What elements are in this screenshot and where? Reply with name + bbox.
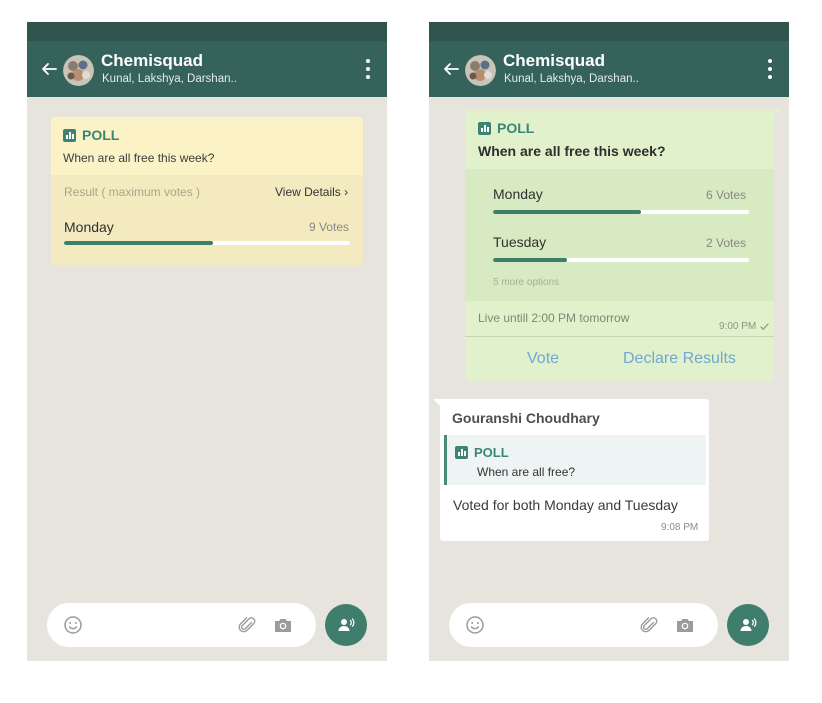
message-time: 9:00 PM	[719, 321, 757, 332]
quoted-poll-label: POLL	[474, 445, 509, 460]
poll-option-bar	[493, 258, 749, 262]
bar-chart-icon	[478, 121, 491, 135]
voice-record-icon	[338, 618, 355, 631]
camera-icon[interactable]	[675, 615, 695, 635]
message-text: Voted for both Monday and Tuesday	[453, 497, 678, 513]
poll-option-name[interactable]: Tuesday	[493, 234, 546, 250]
paperclip-icon[interactable]	[639, 615, 659, 635]
poll-header: POLL	[63, 127, 119, 143]
poll-label: POLL	[497, 120, 535, 136]
chat-header: Chemisquad Kunal, Lakshya, Darshan..	[429, 41, 789, 97]
divider	[465, 336, 774, 337]
reply-message[interactable]: Gouranshi Choudhary POLL When are all fr…	[440, 399, 709, 541]
poll-option-name[interactable]: Monday	[493, 186, 543, 202]
right-phone-screen: Chemisquad Kunal, Lakshya, Darshan.. POL…	[429, 22, 789, 661]
vote-button[interactable]: Vote	[527, 350, 559, 368]
chat-members[interactable]: Kunal, Lakshya, Darshan..	[504, 73, 639, 85]
chevron-right-icon: ›	[344, 185, 349, 199]
quoted-poll[interactable]: POLL When are all free?	[444, 435, 706, 485]
view-details-label: View Details	[275, 185, 341, 199]
poll-card: POLL When are all free this week? Monday…	[465, 109, 774, 381]
group-avatar[interactable]	[465, 55, 496, 86]
quoted-poll-question: When are all free?	[477, 465, 576, 479]
status-bar	[429, 22, 789, 41]
message-input-bar[interactable]	[47, 603, 316, 647]
arrow-left-icon[interactable]	[40, 60, 58, 78]
poll-option-bar	[64, 241, 350, 245]
bar-chart-icon	[455, 446, 468, 459]
paperclip-icon[interactable]	[237, 615, 257, 635]
left-phone-screen: Chemisquad Kunal, Lakshya, Darshan.. POL…	[27, 22, 387, 661]
poll-question: When are all free this week?	[63, 151, 215, 165]
bar-chart-icon	[63, 128, 76, 142]
arrow-left-icon[interactable]	[442, 60, 460, 78]
chat-title[interactable]: Chemisquad	[101, 51, 203, 71]
result-label: Result ( maximum votes )	[64, 185, 201, 199]
group-avatar[interactable]	[63, 55, 94, 86]
poll-option-bar	[493, 210, 749, 214]
poll-result-card: POLL When are all free this week? Result…	[51, 117, 363, 265]
poll-option-name: Monday	[64, 219, 114, 235]
camera-icon[interactable]	[273, 615, 293, 635]
poll-header: POLL	[478, 120, 534, 136]
live-until-text: Live untill 2:00 PM tomorrow	[478, 311, 630, 325]
more-vertical-icon[interactable]	[365, 59, 371, 79]
smiley-icon[interactable]	[63, 615, 83, 635]
declare-results-button[interactable]: Declare Results	[623, 350, 736, 368]
poll-option-bar-fill	[64, 241, 213, 245]
poll-label: POLL	[82, 127, 120, 143]
poll-option-bar-fill	[493, 210, 642, 214]
chat-title[interactable]: Chemisquad	[503, 51, 605, 71]
poll-option-votes: 9 Votes	[308, 220, 349, 234]
poll-option-votes: 2 Votes	[705, 236, 746, 250]
sender-name: Gouranshi Choudhary	[452, 410, 600, 426]
view-details-link[interactable]: View Details ›	[275, 185, 348, 199]
message-input-bar[interactable]	[449, 603, 718, 647]
poll-option-bar-fill	[493, 258, 568, 262]
chat-header: Chemisquad Kunal, Lakshya, Darshan..	[27, 41, 387, 97]
quoted-poll-header: POLL	[455, 445, 509, 460]
voice-record-icon	[740, 618, 757, 631]
poll-question: When are all free this week?	[478, 143, 666, 159]
chat-members[interactable]: Kunal, Lakshya, Darshan..	[102, 73, 237, 85]
smiley-icon[interactable]	[465, 615, 485, 635]
poll-option-votes: 6 Votes	[705, 188, 746, 202]
voice-record-button[interactable]	[325, 604, 367, 646]
check-icon	[760, 323, 769, 331]
more-options-link[interactable]: 5 more options	[493, 277, 559, 288]
status-bar	[27, 22, 387, 41]
voice-record-button[interactable]	[727, 604, 769, 646]
message-time: 9:08 PM	[661, 522, 699, 533]
more-vertical-icon[interactable]	[767, 59, 773, 79]
